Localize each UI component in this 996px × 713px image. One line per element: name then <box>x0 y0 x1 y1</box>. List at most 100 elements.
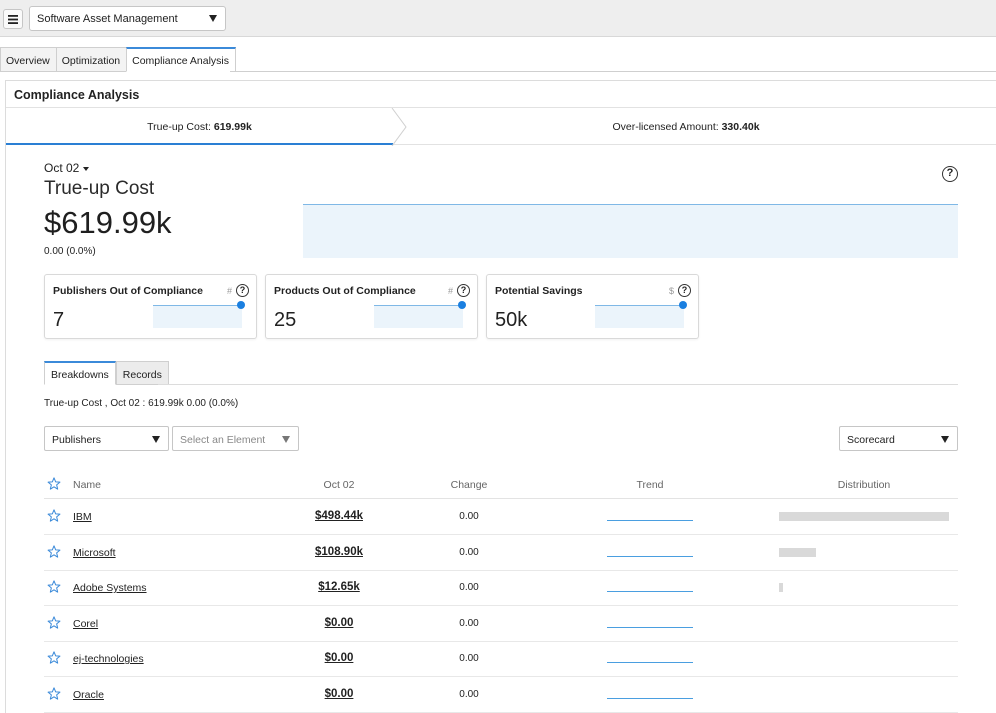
table-row[interactable]: Adobe Systems $12.65k 0.00 <box>44 570 958 606</box>
tab-compliance-analysis[interactable]: Compliance Analysis <box>126 47 237 72</box>
row-value-link[interactable]: $0.00 <box>289 652 389 664</box>
card-title: Potential Savings <box>495 285 583 297</box>
app-selector-value: Software Asset Management <box>37 13 178 25</box>
caret-down-icon <box>941 436 949 443</box>
row-value-link[interactable]: $12.65k <box>289 581 389 593</box>
row-value-link[interactable]: $0.00 <box>289 617 389 629</box>
hamburger-menu-button[interactable] <box>3 9 23 29</box>
row-distribution-bar <box>779 512 949 521</box>
question-circle-icon[interactable]: ? <box>236 284 249 297</box>
row-trend-sparkline <box>607 555 693 557</box>
row-change: 0.00 <box>459 653 479 664</box>
star-outline-icon[interactable] <box>47 651 61 664</box>
row-name-link[interactable]: Microsoft <box>73 547 116 559</box>
table-row[interactable]: ej-technologies $0.00 0.00 <box>44 641 958 677</box>
step-true-up-cost[interactable]: True-up Cost: 619.99k <box>6 108 393 145</box>
question-circle-icon[interactable]: ? <box>942 166 958 182</box>
star-outline-icon[interactable] <box>47 477 61 490</box>
question-circle-icon[interactable]: ? <box>678 284 691 297</box>
tab-breakdowns[interactable]: Breakdowns <box>44 361 116 385</box>
card-sparkline <box>153 305 242 328</box>
breakdown-select[interactable]: Publishers <box>44 426 169 451</box>
star-outline-icon[interactable] <box>47 509 61 522</box>
star-outline-icon[interactable] <box>47 580 61 593</box>
row-name-link[interactable]: Oracle <box>73 689 104 701</box>
table-row[interactable]: Oracle $0.00 0.00 <box>44 677 958 713</box>
card-sparkline <box>595 305 684 328</box>
main-tabs: Overview Optimization Compliance Analysi… <box>0 47 237 72</box>
breakdown-summary: True-up Cost , Oct 02 : 619.99k 0.00 (0.… <box>44 398 239 409</box>
card-title: Publishers Out of Compliance <box>53 285 203 297</box>
tab-records[interactable]: Records <box>115 361 169 385</box>
row-change: 0.00 <box>459 582 479 593</box>
date-selector[interactable]: Oct 02 <box>44 161 90 175</box>
view-select[interactable]: Scorecard <box>839 426 958 451</box>
column-header-period[interactable]: Oct 02 <box>289 479 389 491</box>
top-bar: Software Asset Management <box>0 0 996 37</box>
row-trend-sparkline <box>607 591 693 592</box>
step-label: Over-licensed Amount: <box>612 121 719 133</box>
row-name-link[interactable]: Corel <box>73 618 98 630</box>
step-over-licensed-amount[interactable]: Over-licensed Amount: 330.40k <box>406 108 966 145</box>
card-publishers-out-of-compliance[interactable]: Publishers Out of Compliance # ? 7 <box>44 274 257 339</box>
step-separator-chevron-icon <box>391 108 407 146</box>
date-selector-value: Oct 02 <box>44 161 80 175</box>
row-change: 0.00 <box>459 511 479 522</box>
row-change: 0.00 <box>459 688 479 700</box>
app-selector[interactable]: Software Asset Management <box>29 6 226 31</box>
row-change: 0.00 <box>459 546 479 558</box>
card-value: 50k <box>495 309 528 331</box>
step-value: 619.99k <box>213 121 252 133</box>
step-bar: True-up Cost: 619.99k Over-licensed Amou… <box>6 108 996 146</box>
question-circle-icon[interactable]: ? <box>457 284 470 297</box>
row-value-link[interactable]: $0.00 <box>289 688 389 700</box>
element-select-placeholder: Select an Element <box>180 434 266 446</box>
kpi-change: 0.00 (0.0%) <box>44 246 96 257</box>
column-header-name[interactable]: Name <box>73 479 101 491</box>
star-outline-icon[interactable] <box>47 544 61 558</box>
card-unit: $ <box>668 286 674 296</box>
step-value: 330.40k <box>721 121 760 133</box>
hamburger-menu-icon <box>8 14 18 24</box>
step-label: True-up Cost: <box>147 121 211 133</box>
star-outline-icon[interactable] <box>47 686 61 700</box>
card-unit: # <box>447 286 453 296</box>
row-distribution-bar <box>779 583 783 592</box>
row-name-link[interactable]: ej-technologies <box>73 653 144 665</box>
caret-down-icon <box>282 436 290 443</box>
card-sparkline <box>374 305 463 328</box>
card-value: 25 <box>274 309 297 331</box>
row-trend-sparkline <box>607 520 693 521</box>
kpi-value: $619.99k <box>44 205 172 240</box>
card-sparkline-dot <box>679 301 687 309</box>
row-change: 0.00 <box>459 617 479 629</box>
view-select-value: Scorecard <box>847 434 895 446</box>
star-outline-icon[interactable] <box>47 615 61 629</box>
breakdown-tabs: Breakdowns Records <box>44 361 169 385</box>
table-row[interactable]: Corel $0.00 0.00 <box>44 606 958 642</box>
tab-optimization[interactable]: Optimization <box>55 47 127 72</box>
row-name-link[interactable]: IBM <box>73 511 92 523</box>
kpi-title: True-up Cost <box>44 178 155 199</box>
column-header-trend: Trend <box>636 479 664 491</box>
row-name-link[interactable]: Adobe Systems <box>73 582 147 594</box>
subtabs-divider <box>158 384 958 385</box>
card-products-out-of-compliance[interactable]: Products Out of Compliance # ? 25 <box>265 274 478 339</box>
table-row[interactable]: IBM $498.44k 0.00 <box>44 499 958 535</box>
table-row[interactable]: Microsoft $108.90k 0.00 <box>44 535 958 571</box>
breakdown-select-value: Publishers <box>52 434 102 446</box>
column-header-change[interactable]: Change <box>419 479 519 491</box>
column-header-distribution: Distribution <box>837 479 891 491</box>
card-sparkline-dot <box>237 301 245 309</box>
tab-overview[interactable]: Overview <box>0 47 56 72</box>
element-select[interactable]: Select an Element <box>172 426 299 451</box>
row-value-link[interactable]: $498.44k <box>289 510 389 522</box>
row-distribution-bar <box>779 547 816 557</box>
card-title: Products Out of Compliance <box>274 285 416 297</box>
row-value-link[interactable]: $108.90k <box>289 546 389 558</box>
row-trend-sparkline <box>607 626 693 628</box>
card-potential-savings[interactable]: Potential Savings $ ? 50k <box>486 274 699 339</box>
caret-down-icon <box>152 436 160 443</box>
row-trend-sparkline <box>607 697 693 699</box>
kpi-sparkline <box>303 204 958 258</box>
